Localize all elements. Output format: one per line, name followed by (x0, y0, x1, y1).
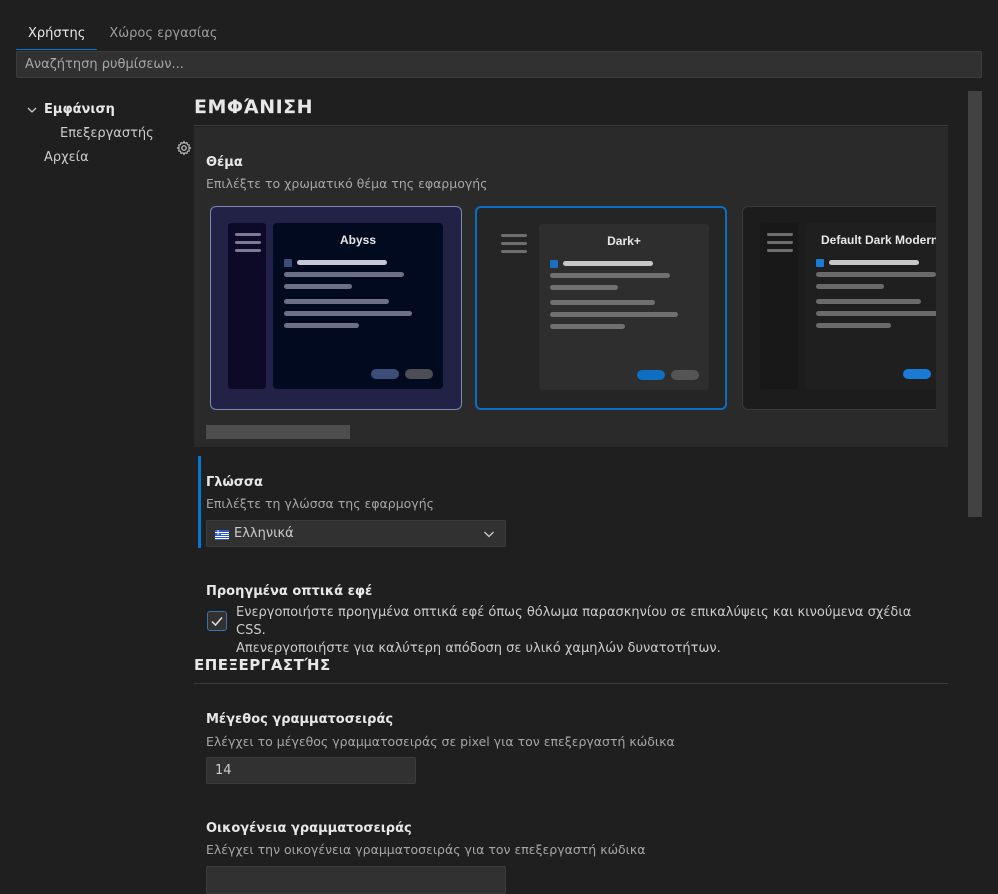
theme-card-name: Default Dark Modern (821, 233, 936, 247)
chevron-down-icon (483, 528, 495, 544)
horizontal-scrollbar[interactable] (206, 425, 350, 439)
theme-card-name: Abyss (339, 233, 377, 247)
card-sidebar (494, 224, 532, 284)
tree-item-label: Εμφάνιση (44, 102, 115, 117)
section-divider (194, 683, 948, 684)
font-size-input[interactable] (206, 757, 416, 784)
section-title-editor: ΕΠΕΞΕΡΓΑΣΤΉΣ (194, 656, 331, 674)
theme-card-abyss[interactable]: Abyss (210, 206, 462, 410)
theme-cards: Abyss Dark+ Default Dark Modern (208, 206, 936, 412)
effects-title: Προηγμένα οπτικά εφέ (206, 584, 373, 599)
tree-item-label: Αρχεία (44, 150, 89, 165)
language-title: Γλώσσα (206, 475, 263, 490)
section-divider (194, 125, 948, 126)
tab-workspace[interactable]: Χώρος εργασίας (97, 18, 229, 50)
language-select[interactable]: Ελληνικά (206, 520, 506, 547)
greek-flag-icon (215, 529, 229, 540)
tree-item-appearance[interactable]: Εμφάνιση (24, 98, 184, 122)
section-title-appearance: ΕΜΦΆΝΙΣΗ (194, 96, 314, 118)
settings-search-input[interactable] (16, 51, 982, 78)
vertical-scrollbar[interactable] (968, 91, 982, 517)
language-value: Ελληνικά (234, 526, 294, 541)
effects-description-line2: Απενεργοποιήστε για καλύτερη απόδοση σε … (236, 641, 721, 656)
gear-icon[interactable] (176, 140, 192, 156)
tree-item-label: Επεξεργαστής (60, 126, 154, 141)
card-panel: Dark+ (539, 224, 709, 390)
effects-checkbox[interactable] (207, 611, 227, 631)
card-panel: Abyss (273, 223, 443, 389)
card-sidebar (228, 223, 266, 389)
chevron-down-icon (24, 105, 40, 115)
tree-item-files[interactable]: Αρχεία (24, 146, 184, 170)
theme-card-name: Dark+ (607, 234, 641, 248)
settings-tree: Εμφάνιση Επεξεργαστής Αρχεία (24, 98, 184, 170)
font-family-description: Ελέγχει την οικογένεια γραμματοσειράς γι… (206, 842, 646, 857)
font-size-description: Ελέγχει το μέγεθος γραμματοσειράς σε pix… (206, 734, 675, 749)
effects-description: Ενεργοποιήστε προηγμένα οπτικά εφέ όπως … (236, 604, 936, 658)
font-family-input[interactable] (206, 866, 506, 894)
language-description: Επιλέξτε τη γλώσσα της εφαρμογής (206, 496, 434, 511)
settings-tabs: Χρήστης Χώρος εργασίας (16, 18, 229, 50)
tree-item-editor[interactable]: Επεξεργαστής (24, 122, 184, 146)
font-size-title: Μέγεθος γραμματοσειράς (206, 712, 394, 727)
tab-user[interactable]: Χρήστης (16, 18, 98, 50)
theme-card-default-dark-modern[interactable]: Default Dark Modern (742, 206, 936, 410)
card-sidebar (760, 223, 798, 389)
card-panel: Default Dark Modern (805, 223, 936, 389)
theme-description: Επιλέξτε το χρωματικό θέμα της εφαρμογής (206, 176, 488, 191)
font-family-title: Οικογένεια γραμματοσειράς (206, 821, 412, 836)
theme-card-dark-plus[interactable]: Dark+ (475, 206, 727, 410)
checkmark-icon (211, 617, 223, 627)
effects-description-line1: Ενεργοποιήστε προηγμένα οπτικά εφέ όπως … (236, 605, 912, 638)
focus-indicator (198, 456, 201, 548)
theme-title: Θέμα (206, 155, 243, 170)
